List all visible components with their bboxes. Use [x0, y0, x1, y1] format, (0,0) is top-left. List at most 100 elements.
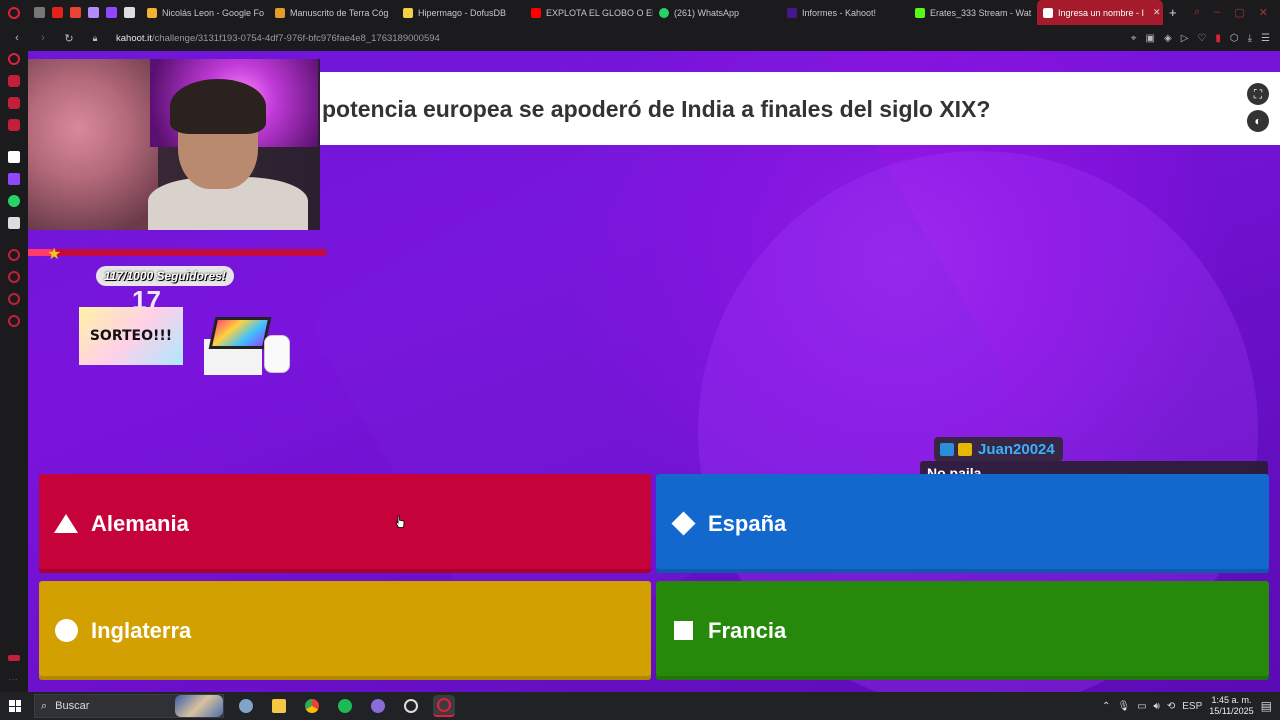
- switch-screen: [208, 317, 272, 349]
- hand-cursor-icon: [395, 515, 405, 528]
- browser-tab[interactable]: Manuscrito de Terra Cóg: [269, 0, 397, 25]
- maximize-icon[interactable]: ▢: [1234, 6, 1244, 19]
- fullscreen-icon[interactable]: ⛶: [1247, 83, 1269, 105]
- sidebar-gx-icon[interactable]: [8, 655, 20, 661]
- downloads-icon[interactable]: ⤓: [1248, 33, 1252, 44]
- close-tab-icon[interactable]: ✕: [1153, 7, 1161, 18]
- search-tabs-icon[interactable]: ⌕: [1194, 6, 1200, 19]
- shield-icon[interactable]: ◈: [1164, 33, 1172, 44]
- tab-title: Manuscrito de Terra Cóg: [290, 7, 389, 18]
- tray-chevron-icon[interactable]: ⌃: [1102, 701, 1110, 712]
- sidebar-app-icon[interactable]: [8, 75, 20, 87]
- window-controls: ⌕ – ▢ ✕: [1194, 6, 1280, 19]
- overlay-counter: 17: [132, 285, 161, 315]
- browser-tab[interactable]: Informes - Kahoot!: [781, 0, 909, 25]
- triangle-icon: [52, 510, 80, 538]
- taskbar-app-icon[interactable]: [235, 695, 257, 717]
- search-icon: ⌕: [41, 699, 48, 712]
- browser-tab-strip: Nicolás Leon - Google Fo Manuscrito de T…: [0, 0, 1280, 25]
- pinned-tab-icon[interactable]: [34, 7, 45, 18]
- sidebar-tool-icon[interactable]: [8, 249, 20, 261]
- microphone-icon[interactable]: 🎙︎: [1117, 701, 1130, 712]
- sidebar-opera-icon[interactable]: [8, 53, 20, 65]
- notifications-icon[interactable]: ▤: [1261, 699, 1272, 713]
- close-window-icon[interactable]: ✕: [1259, 6, 1268, 19]
- play-icon[interactable]: ▷: [1181, 33, 1189, 44]
- sidebar-more-icon[interactable]: ···: [8, 675, 20, 689]
- start-button[interactable]: [0, 692, 30, 720]
- crown-badge-icon: [958, 442, 972, 456]
- discord-icon[interactable]: [367, 695, 389, 717]
- minimize-icon[interactable]: –: [1214, 6, 1220, 19]
- sync-icon[interactable]: ⟲: [1167, 701, 1175, 712]
- sidebar-ai-icon[interactable]: [8, 151, 20, 163]
- answer-blue-button[interactable]: España: [656, 474, 1269, 573]
- follower-goal-label: 117/1000 Seguidores!: [96, 266, 234, 286]
- pin-icon[interactable]: ⌖: [1131, 33, 1137, 44]
- opera-logo-icon[interactable]: [0, 0, 28, 25]
- twitch-pin-icon[interactable]: [106, 7, 117, 18]
- url-host: kahoot.it: [116, 32, 152, 44]
- browser-tab[interactable]: Hipermago - DofusDB: [397, 0, 525, 25]
- snapshot-icon[interactable]: ▣: [1146, 33, 1155, 44]
- answer-red-button[interactable]: Alemania: [39, 474, 651, 573]
- sidebar-x-icon[interactable]: [8, 217, 20, 229]
- tab-title: Hipermago - DofusDB: [418, 7, 507, 18]
- clock[interactable]: 1:45 a. m. 15/11/2025: [1209, 695, 1253, 717]
- chrome-icon[interactable]: [301, 695, 323, 717]
- back-icon[interactable]: ‹: [8, 32, 26, 44]
- square-icon: [669, 617, 697, 645]
- heart-icon[interactable]: ♡: [1197, 33, 1206, 44]
- windows-icon: [9, 700, 21, 712]
- gmail-pin-icon[interactable]: [70, 7, 81, 18]
- volume-icon[interactable]: 🔊︎: [1154, 701, 1160, 712]
- url-field[interactable]: kahoot.it/challenge/3131f193-0754-4df7-9…: [116, 33, 440, 44]
- taskbar-search-input[interactable]: ⌕ Buscar: [34, 694, 224, 718]
- tab-favicon-icon: [147, 7, 157, 18]
- extensions-icon[interactable]: ⬡: [1230, 33, 1239, 44]
- browser-tab-active[interactable]: Ingresa un nombre - I ✕: [1037, 0, 1163, 25]
- opera-gx-icon[interactable]: [433, 695, 455, 717]
- file-explorer-icon[interactable]: [268, 695, 290, 717]
- browser-tab[interactable]: EXPLOTA EL GLOBO O EI: [525, 0, 653, 25]
- star-icon: ★: [47, 246, 62, 263]
- browser-tab[interactable]: (261) WhatsApp: [653, 0, 781, 25]
- tab-title: Erates_333 Stream - Wat: [930, 7, 1032, 18]
- sidebar-app-icon[interactable]: [8, 97, 20, 109]
- lock-icon: 🔒︎: [92, 32, 98, 43]
- menu-icon[interactable]: ☰: [1261, 33, 1270, 44]
- search-highlight-image: [175, 695, 223, 717]
- tab-title: Informes - Kahoot!: [802, 7, 877, 18]
- sidebar-history-icon[interactable]: [8, 271, 20, 283]
- pinned-tabs: [28, 7, 141, 18]
- sound-icon[interactable]: ◐: [1247, 110, 1269, 132]
- answer-yellow-button[interactable]: Inglaterra: [39, 581, 651, 680]
- tab-favicon-icon: [403, 7, 413, 18]
- sidebar-app-icon[interactable]: [8, 119, 20, 131]
- sidebar-settings-icon[interactable]: [8, 315, 20, 327]
- tab-title: (261) WhatsApp: [674, 7, 740, 18]
- language-indicator[interactable]: ESP: [1182, 701, 1202, 712]
- reload-icon[interactable]: ↻: [60, 32, 78, 45]
- diamond-icon: [669, 510, 697, 538]
- switch-joycon: [264, 335, 290, 373]
- browser-tab[interactable]: Erates_333 Stream - Wat: [909, 0, 1037, 25]
- youtube-pin-icon[interactable]: [52, 7, 63, 18]
- browser-tab[interactable]: Nicolás Leon - Google Fo: [141, 0, 269, 25]
- player-icon[interactable]: ▮: [1215, 33, 1221, 44]
- spotify-icon[interactable]: [334, 695, 356, 717]
- browser-sidebar: ···: [0, 51, 28, 692]
- obs-icon[interactable]: [400, 695, 422, 717]
- sidebar-tool-icon[interactable]: [8, 293, 20, 305]
- sidebar-whatsapp-icon[interactable]: [8, 195, 20, 207]
- tiktok-pin-icon[interactable]: [124, 7, 135, 18]
- webcam-streamer-hair: [170, 79, 266, 134]
- network-icon[interactable]: ▭: [1137, 701, 1146, 712]
- pinned-tab-icon[interactable]: [88, 7, 99, 18]
- sidebar-twitch-icon[interactable]: [8, 173, 20, 185]
- forward-icon[interactable]: ›: [34, 32, 52, 44]
- answer-green-button[interactable]: Francia: [656, 581, 1269, 680]
- tab-favicon-icon: [915, 7, 925, 18]
- nintendo-switch-image: [204, 315, 294, 375]
- new-tab-button[interactable]: +: [1163, 0, 1183, 25]
